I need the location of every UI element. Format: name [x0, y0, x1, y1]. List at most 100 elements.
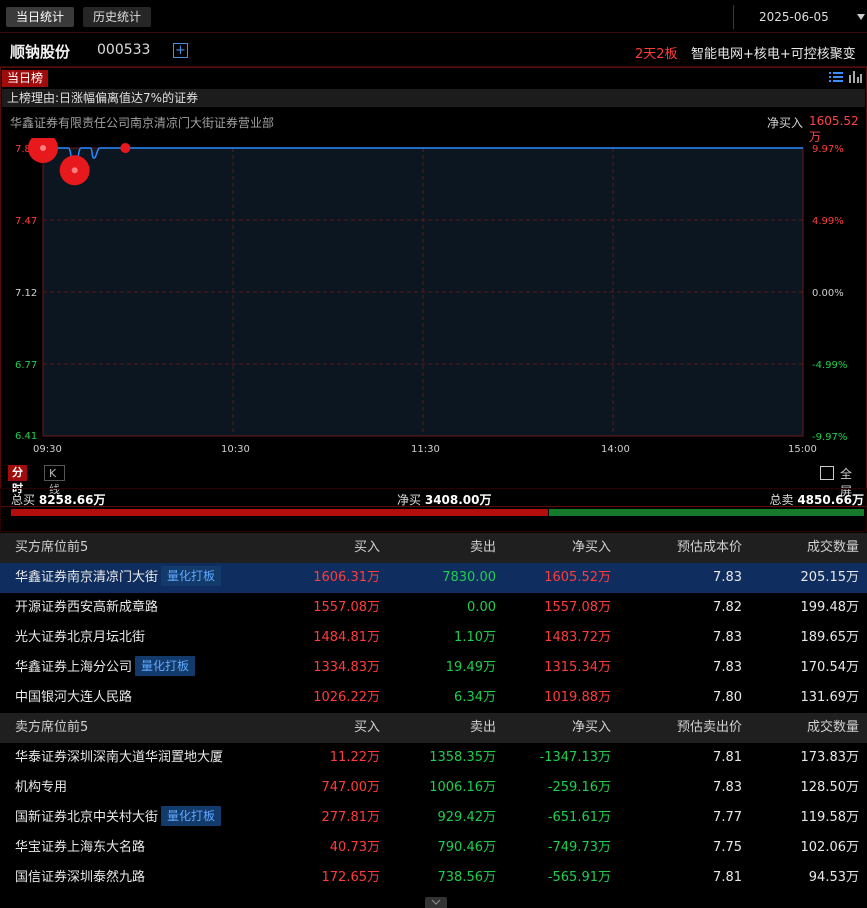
x-tick: 11:30 — [411, 444, 440, 455]
buy_table-header-col-3[interactable]: 净买入 — [572, 533, 611, 563]
add-watchlist-icon[interactable]: + — [173, 43, 188, 58]
seat-cell[interactable]: 中国银河大连人民路 — [15, 683, 132, 713]
seat-cell[interactable]: 机构专用 — [15, 773, 67, 803]
sell_table-header-col-0: 卖方席位前5 — [15, 720, 89, 735]
sell-amount: 1006.16万 — [429, 780, 496, 795]
seat-name[interactable]: 华宝证券上海东大名路 — [15, 840, 145, 855]
listing-reason: 上榜理由:日涨幅偏离值达7%的证券 — [2, 89, 865, 107]
collapse-handle[interactable] — [425, 897, 447, 908]
estimated-price: 7.83 — [713, 660, 742, 675]
tab-today-stats[interactable]: 当日统计 — [6, 7, 75, 27]
table-row[interactable]: 开源证券西安高新成章路 1557.08万 0.00 1557.08万 7.82 199.4… — [0, 593, 867, 623]
volume: 173.83万 — [800, 750, 860, 765]
buy-amount: 40.73万 — [329, 840, 380, 855]
y-axis-right: 9.97% 4.99% 0.00% -4.99% -9.97% — [812, 144, 847, 443]
sell-amount: 0.00 — [467, 600, 496, 615]
table-row[interactable]: 中国银河大连人民路 1026.22万 6.34万 1019.88万 7.80 131.69… — [0, 683, 867, 713]
seat-name[interactable]: 华鑫证券南京清凉门大街 — [15, 570, 158, 585]
list-view-icon[interactable] — [829, 71, 843, 83]
table-row[interactable]: 华宝证券上海东大名路 40.73万 790.46万 -749.73万 7.75 102.0… — [0, 833, 867, 863]
volume: 205.15万 — [800, 570, 860, 585]
quant-tag-badge: 量化打板 — [161, 806, 222, 826]
buy_table-header-col-4[interactable]: 预估成本价 — [677, 533, 742, 563]
sell_table-header-col-5[interactable]: 成交数量 — [807, 713, 859, 743]
x-tick: 14:00 — [601, 444, 630, 455]
quant-tag-badge: 量化打板 — [135, 656, 196, 676]
seat-cell[interactable]: 国新证券北京中关村大街 量化打板 — [15, 803, 222, 833]
y-tick-left: 6.41 — [15, 431, 37, 442]
table-row[interactable]: 华鑫证券南京清凉门大街 量化打板 1606.31万 7830.00 1605.52万 7.… — [0, 563, 867, 593]
chevron-down-icon — [857, 14, 865, 20]
net-amount: 1315.34万 — [544, 660, 611, 675]
sell_table-header-col-2[interactable]: 卖出 — [470, 713, 496, 743]
bar-chart-icon[interactable] — [849, 71, 862, 83]
sell_table-header-col-1[interactable]: 买入 — [354, 713, 380, 743]
table-row[interactable]: 光大证券北京月坛北街 1484.81万 1.10万 1483.72万 7.83 189.6… — [0, 623, 867, 653]
seat-name[interactable]: 光大证券北京月坛北街 — [15, 630, 145, 645]
table-row[interactable]: 国信证券深圳泰然九路 172.65万 738.56万 -565.91万 7.81 94.5… — [0, 863, 867, 893]
volume: 119.58万 — [800, 810, 860, 825]
sell_table-header: 卖方席位前5 买入 卖出 净买入 预估卖出价 成交数量 — [0, 713, 867, 743]
seat-name[interactable]: 华泰证券深圳深南大道华润置地大厦 — [15, 750, 223, 765]
volume: 102.06万 — [800, 840, 860, 855]
seat-cell[interactable]: 华鑫证券上海分公司 量化打板 — [15, 653, 196, 683]
seat-cell[interactable]: 开源证券西安高新成章路 — [15, 593, 158, 623]
sell-amount: 929.42万 — [437, 810, 497, 825]
seat-cell[interactable]: 国信证券深圳泰然九路 — [15, 863, 145, 893]
total-net: 净买 3408.00万 — [397, 491, 492, 508]
seat-cell[interactable]: 光大证券北京月坛北街 — [15, 623, 145, 653]
seat-name[interactable]: 国信证券深圳泰然九路 — [15, 870, 145, 885]
tab-history-stats[interactable]: 历史统计 — [83, 7, 152, 27]
seat-cell[interactable]: 华宝证券上海东大名路 — [15, 833, 145, 863]
concept-tags[interactable]: 智能电网+核电+可控核聚变 — [691, 43, 867, 62]
buy_table-header: 买方席位前5 买入 卖出 净买入 预估成本价 成交数量 — [0, 533, 867, 563]
seat-name[interactable]: 开源证券西安高新成章路 — [15, 600, 158, 615]
date-selector[interactable]: 2025-06-05 — [733, 5, 867, 29]
seat-name[interactable]: 华鑫证券上海分公司 — [15, 660, 132, 675]
fullscreen-icon — [820, 466, 834, 480]
table-row[interactable]: 华鑫证券上海分公司 量化打板 1334.83万 19.49万 1315.34万 7.83 1… — [0, 653, 867, 683]
seat-name[interactable]: 机构专用 — [15, 780, 67, 795]
seat-name[interactable]: 国新证券北京中关村大街 — [15, 810, 158, 825]
small-trade-marker — [120, 143, 131, 153]
estimated-price: 7.81 — [713, 870, 742, 885]
date-value: 2025-06-05 — [759, 10, 829, 24]
seat-name: 华鑫证券有限责任公司南京清凉门大街证券营业部 — [10, 116, 275, 130]
y-tick-right: 4.99% — [812, 216, 844, 227]
buy-amount: 1484.81万 — [313, 630, 380, 645]
y-axis-left: 7.837.477.126.776.41 — [15, 144, 37, 442]
table-row[interactable]: 华泰证券深圳深南大道华润置地大厦 11.22万 1358.35万 -1347.13万 7… — [0, 743, 867, 773]
x-tick: 09:30 — [33, 444, 62, 455]
x-axis: 09:30 10:30 11:30 14:00 15:00 — [33, 444, 817, 455]
tab-kline[interactable]: K线 — [44, 465, 65, 496]
marker-center — [40, 145, 46, 151]
sell_table-header-col-4[interactable]: 预估卖出价 — [677, 713, 742, 743]
stock-header: 顺钠股份 000533 + 2天2板 智能电网+核电+可控核聚变 — [0, 34, 867, 67]
stock-name[interactable]: 顺钠股份 — [10, 41, 70, 62]
buy_table-header-col-5[interactable]: 成交数量 — [807, 533, 859, 563]
sell-amount: 1358.35万 — [429, 750, 496, 765]
tab-intraday[interactable]: 分时 — [8, 465, 27, 495]
net-amount: 1019.88万 — [544, 690, 611, 705]
buy_table-header-col-1[interactable]: 买入 — [354, 533, 380, 563]
sell-amount: 790.46万 — [437, 840, 497, 855]
net-amount: -749.73万 — [547, 840, 611, 855]
table-row[interactable]: 机构专用 747.00万 1006.16万 -259.16万 7.83 128.50万 — [0, 773, 867, 803]
sell_table-header-col-3[interactable]: 净买入 — [572, 713, 611, 743]
seat-cell[interactable]: 华鑫证券南京清凉门大街 量化打板 — [15, 563, 222, 593]
x-tick: 15:00 — [788, 444, 817, 455]
y-tick-left: 6.77 — [15, 360, 37, 371]
intraday-chart[interactable]: 7.837.477.126.776.41 9.97%4.99%0.00%-4.9… — [1, 138, 866, 528]
total-sell-label: 总卖 — [769, 493, 794, 507]
sell-ratio-bar — [549, 509, 864, 516]
total-sell: 总卖 4850.66万 — [769, 491, 864, 508]
volume: 170.54万 — [800, 660, 860, 675]
seat-name[interactable]: 中国银河大连人民路 — [15, 690, 132, 705]
buy-amount: 11.22万 — [329, 750, 380, 765]
net-amount: 1605.52万 — [544, 570, 611, 585]
table-row[interactable]: 国新证券北京中关村大街 量化打板 277.81万 929.42万 -651.61万 7.7… — [0, 803, 867, 833]
estimated-price: 7.82 — [713, 600, 742, 615]
buy_table-header-col-2[interactable]: 卖出 — [470, 533, 496, 563]
seat-cell[interactable]: 华泰证券深圳深南大道华润置地大厦 — [15, 743, 223, 773]
estimated-price: 7.75 — [713, 840, 742, 855]
